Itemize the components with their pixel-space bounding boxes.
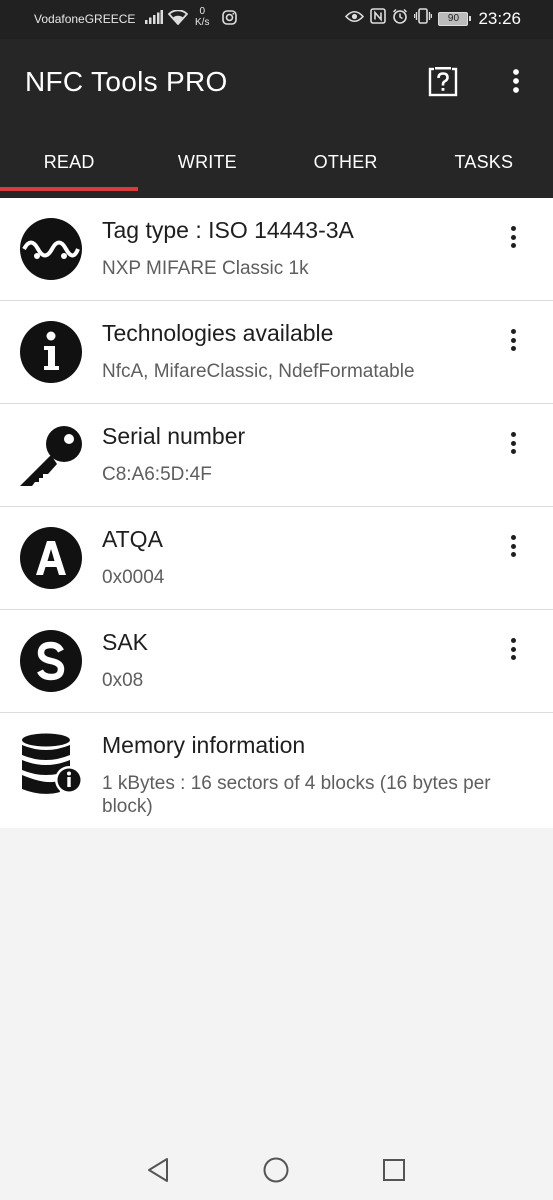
overflow-menu-icon[interactable] [505,67,527,99]
home-icon[interactable] [263,1157,289,1188]
item-title: SAK [102,629,149,655]
waveform-icon [18,216,84,282]
item-title: Technologies available [102,320,334,346]
nfc-icon [370,8,387,29]
tab-write[interactable]: WRITE [138,127,276,198]
network-speed: 0 K/s [195,6,209,28]
item-title: ATQA [102,526,163,552]
item-menu-icon[interactable] [504,327,524,353]
help-icon[interactable] [428,66,458,98]
item-subtitle: 0x0004 [102,567,165,588]
app-bar: NFC Tools PRO [0,39,553,127]
list-item-atqa[interactable]: ATQA 0x0004 [0,507,553,610]
item-subtitle: 0x08 [102,670,144,691]
list-item-serial-number[interactable]: Serial number C8:A6:5D:4F [0,404,553,507]
item-subtitle: NfcA, MifareClassic, NdefFormatable [102,361,415,382]
letter-a-icon [18,525,84,591]
tab-tasks[interactable]: TASKS [415,127,553,198]
tab-other[interactable]: OTHER [277,127,415,198]
item-menu-icon[interactable] [504,224,524,250]
item-menu-icon[interactable] [504,636,524,662]
tag-info-list: Tag type : ISO 14443-3A NXP MIFARE Class… [0,198,553,828]
list-item-memory-information[interactable]: Memory information 1 kBytes : 16 sectors… [0,713,553,828]
tab-read[interactable]: READ [0,127,139,198]
item-subtitle: C8:A6:5D:4F [102,464,212,485]
item-title: Tag type : ISO 14443-3A [102,217,354,243]
key-icon [18,422,84,488]
item-title: Memory information [102,732,306,758]
list-item-sak[interactable]: SAK 0x08 [0,610,553,713]
item-subtitle: 1 kBytes : 16 sectors of 4 blocks (16 by… [102,773,491,817]
item-subtitle: NXP MIFARE Classic 1k [102,258,309,279]
item-title: Serial number [102,423,246,449]
letter-s-icon [18,628,84,694]
instagram-icon [222,10,237,30]
item-menu-icon[interactable] [504,533,524,559]
speed-value: 0 [199,6,205,17]
battery-icon: 90 [438,11,472,26]
app-title: NFC Tools PRO [25,66,228,97]
system-nav-bar [0,1140,553,1200]
item-menu-icon[interactable] [504,430,524,456]
signal-icon [145,10,163,29]
status-bar: VodafoneGREECE 0 K/s 90 23:26 [0,0,553,39]
speed-unit: K/s [195,17,210,28]
info-icon [18,319,84,385]
back-icon[interactable] [146,1157,170,1188]
wifi-icon [167,9,189,30]
clock: 23:26 [478,8,521,28]
database-info-icon [18,731,84,797]
list-item-technologies[interactable]: Technologies available NfcA, MifareClass… [0,301,553,404]
tab-bar: READ WRITE OTHER TASKS [0,127,553,198]
list-item-tag-type[interactable]: Tag type : ISO 14443-3A NXP MIFARE Class… [0,198,553,301]
alarm-icon [392,8,408,29]
carrier-label: VodafoneGREECE [34,12,136,26]
eye-icon [345,10,365,28]
vibrate-icon [414,8,433,29]
status-icons-right: 90 23:26 [345,8,521,29]
recent-apps-icon[interactable] [382,1158,406,1187]
